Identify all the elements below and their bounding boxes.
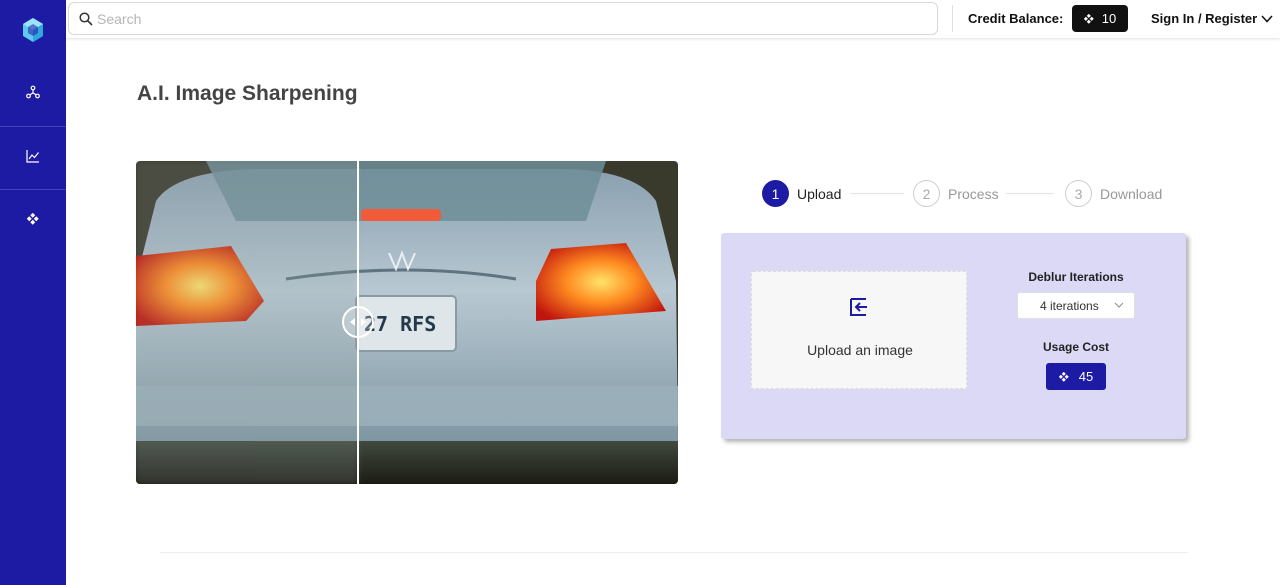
sidebar bbox=[0, 0, 66, 585]
deblur-iterations-select[interactable]: 4 iterations bbox=[1017, 292, 1135, 319]
topbar-divider bbox=[952, 5, 953, 32]
step-process[interactable]: 2 Process bbox=[913, 180, 999, 207]
chart-line-icon bbox=[26, 149, 39, 163]
step-number: 2 bbox=[913, 180, 940, 207]
credits-diamond-icon bbox=[1083, 13, 1094, 24]
upload-panel: Upload an image Deblur Iterations 4 iter… bbox=[721, 233, 1186, 439]
network-icon bbox=[26, 85, 40, 98]
progress-stepper: 1 Upload 2 Process 3 Download bbox=[762, 180, 1162, 208]
chevron-down-icon bbox=[1114, 302, 1124, 308]
upload-file-icon bbox=[850, 298, 867, 316]
chevron-down-icon bbox=[1261, 14, 1273, 23]
signin-register-label: Sign In / Register bbox=[1151, 11, 1258, 26]
deblur-iterations-value: 4 iterations bbox=[1040, 298, 1099, 313]
arrows-left-right-icon bbox=[350, 318, 366, 326]
usage-cost-value: 45 bbox=[1078, 369, 1094, 384]
sidebar-item-analytics[interactable] bbox=[0, 124, 66, 187]
step-number: 3 bbox=[1065, 180, 1092, 207]
signin-register-menu[interactable]: Sign In / Register bbox=[1151, 11, 1273, 26]
usage-cost-label: Usage Cost bbox=[1042, 340, 1110, 354]
logo-icon[interactable] bbox=[19, 16, 47, 44]
usage-cost-badge: 45 bbox=[1046, 363, 1106, 390]
step-download[interactable]: 3 Download bbox=[1065, 180, 1162, 207]
deblur-iterations-label: Deblur Iterations bbox=[1028, 270, 1124, 284]
step-connector bbox=[1006, 193, 1054, 194]
step-label: Process bbox=[948, 185, 999, 202]
step-connector bbox=[850, 193, 904, 194]
sidebar-item-network[interactable] bbox=[0, 60, 66, 123]
page-title: A.I. Image Sharpening bbox=[137, 82, 358, 105]
step-number: 1 bbox=[762, 180, 789, 207]
step-label: Upload bbox=[797, 185, 842, 202]
credits-diamond-icon bbox=[27, 212, 39, 225]
sidebar-item-credits[interactable] bbox=[0, 187, 66, 250]
step-upload[interactable]: 1 Upload bbox=[762, 180, 841, 207]
car-rear-preview-image: 27 RFS bbox=[136, 161, 678, 484]
comparison-slider-handle[interactable] bbox=[342, 306, 374, 338]
license-plate-text: 27 RFS bbox=[364, 312, 436, 336]
search-icon bbox=[79, 11, 93, 26]
search-bar[interactable] bbox=[68, 2, 938, 35]
credit-balance-label: Credit Balance: bbox=[968, 11, 1064, 26]
step-label: Download bbox=[1100, 185, 1163, 202]
upload-dropzone[interactable]: Upload an image bbox=[751, 271, 967, 389]
section-divider bbox=[160, 552, 1188, 553]
search-input[interactable] bbox=[97, 10, 917, 27]
top-bar: Credit Balance: 10 Sign In / Register bbox=[66, 0, 1280, 38]
credits-diamond-icon bbox=[1058, 371, 1069, 382]
credit-balance-badge[interactable]: 10 bbox=[1072, 5, 1128, 32]
upload-prompt-text: Upload an image bbox=[807, 342, 913, 358]
credit-balance-value: 10 bbox=[1101, 11, 1117, 26]
before-after-comparison[interactable]: 27 RFS bbox=[136, 161, 678, 484]
